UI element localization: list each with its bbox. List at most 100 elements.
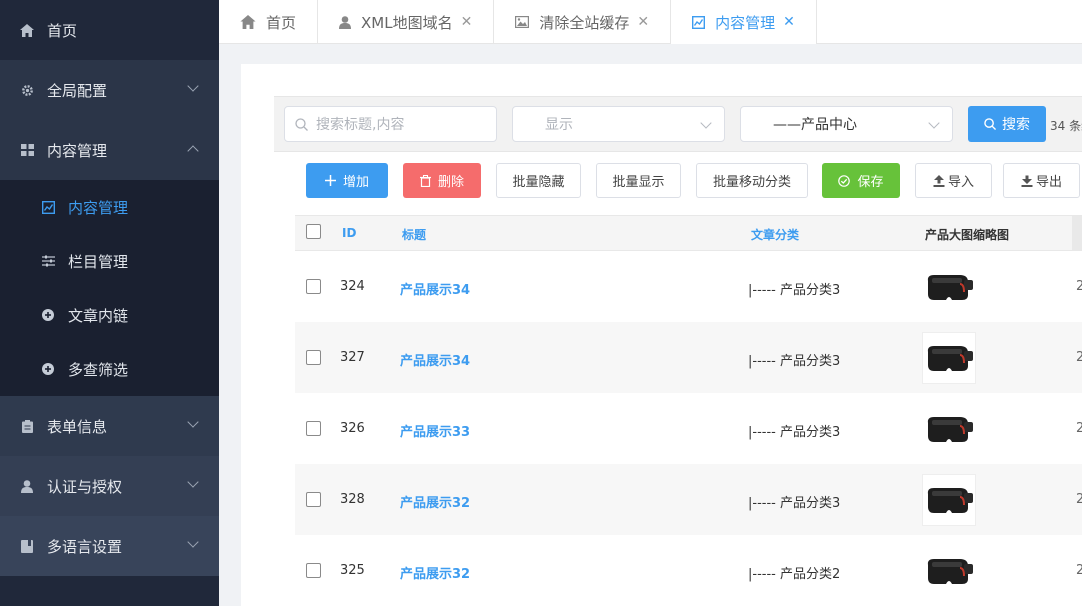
header-thumb: 产品大图缩略图 (925, 228, 1010, 242)
filter-bar: 搜索标题,内容 显示 ——产品中心 搜索 34 条约 (274, 96, 1082, 152)
tab-clear-cache[interactable]: 清除全站缓存 ✕ (494, 0, 672, 44)
plus-circle-icon (41, 362, 55, 376)
chart-icon (692, 15, 706, 29)
close-icon[interactable]: ✕ (783, 14, 795, 30)
sidebar-item-global-config[interactable]: 全局配置 (0, 60, 219, 120)
submenu-item-label: 文章内链 (68, 306, 129, 325)
chart-icon (41, 200, 55, 214)
row-id: 326 (340, 421, 365, 436)
product-thumbnail[interactable] (922, 261, 976, 313)
gear-icon (20, 83, 34, 97)
row-title-link[interactable]: 产品展示32 (400, 563, 470, 582)
submenu-item-label: 栏目管理 (68, 252, 129, 271)
sidebar-item-label: 内容管理 (47, 141, 108, 160)
vr-headset-icon (927, 559, 973, 584)
search-icon (984, 118, 996, 130)
sidebar-item-form-info[interactable]: 表单信息 (0, 396, 219, 456)
sidebar-item-language[interactable]: 多语言设置 (0, 516, 219, 576)
tab-content-manage[interactable]: 内容管理 ✕ (671, 0, 817, 44)
row-title-link[interactable]: 产品展示33 (400, 421, 470, 440)
clipboard-icon (20, 419, 34, 433)
batch-hide-label: 批量隐藏 (512, 175, 565, 190)
batch-show-label: 批量显示 (612, 175, 665, 190)
search-placeholder: 搜索标题,内容 (316, 117, 405, 133)
export-button[interactable]: 导出 (1003, 163, 1080, 198)
delete-button-label: 删除 (437, 175, 464, 190)
display-select[interactable]: 显示 (512, 106, 725, 142)
chevron-down-icon (928, 117, 940, 129)
row-id: 328 (340, 492, 365, 507)
tab-xml-sitemap[interactable]: XML地图域名 ✕ (318, 0, 495, 44)
sidebar-item-auth[interactable]: 认证与授权 (0, 456, 219, 516)
submenu-item-label: 内容管理 (68, 198, 129, 217)
content-table: ID 标题 文章分类 产品大图缩略图 324 产品展示34 |----- 产品分… (295, 215, 1082, 606)
row-category: |----- 产品分类3 (748, 496, 841, 511)
batch-move-button[interactable]: 批量移动分类 (696, 163, 808, 198)
category-select-value: ——产品中心 (773, 117, 857, 133)
import-button[interactable]: 导入 (915, 163, 992, 198)
batch-show-button[interactable]: 批量显示 (596, 163, 681, 198)
chevron-down-icon (187, 536, 199, 548)
product-thumbnail[interactable] (922, 403, 976, 455)
sidebar-item-label: 全局配置 (47, 81, 108, 100)
tab-label: XML地图域名 (361, 13, 453, 32)
product-thumbnail[interactable] (922, 332, 976, 384)
batch-hide-button[interactable]: 批量隐藏 (496, 163, 581, 198)
submenu-item-column-manage[interactable]: 栏目管理 (0, 234, 219, 288)
search-button[interactable]: 搜索 (968, 106, 1046, 142)
search-icon (295, 117, 308, 131)
sidebar-item-home[interactable]: 首页 (0, 0, 219, 60)
sidebar-item-content[interactable]: 内容管理 (0, 120, 219, 180)
row-checkbox[interactable] (306, 279, 321, 294)
image-icon (515, 16, 530, 28)
tab-home[interactable]: 首页 (219, 0, 319, 44)
header-category[interactable]: 文章分类 (751, 226, 799, 243)
submenu-item-content-manage[interactable]: 内容管理 (0, 180, 219, 234)
row-cut-value: 2 (1076, 563, 1082, 578)
table-row: 325 产品展示32 |----- 产品分类2 2 (295, 535, 1082, 606)
row-title-link[interactable]: 产品展示32 (400, 492, 470, 511)
record-count: 34 条约 (1050, 119, 1082, 133)
close-icon[interactable]: ✕ (637, 14, 649, 30)
row-checkbox[interactable] (306, 350, 321, 365)
search-button-label: 搜索 (1002, 117, 1030, 133)
import-button-label: 导入 (947, 175, 974, 190)
tab-bar: 首页 XML地图域名 ✕ 清除全站缓存 ✕ 内容管理 ✕ (219, 0, 1082, 44)
product-thumbnail[interactable] (922, 545, 976, 597)
batch-move-label: 批量移动分类 (712, 175, 791, 190)
check-circle-icon (838, 174, 851, 187)
row-checkbox[interactable] (306, 563, 321, 578)
row-checkbox[interactable] (306, 492, 321, 507)
home-icon (20, 23, 34, 37)
product-thumbnail[interactable] (922, 474, 976, 526)
table-row: 328 产品展示32 |----- 产品分类3 2 (295, 464, 1082, 535)
export-button-label: 导出 (1035, 175, 1062, 190)
delete-button[interactable]: 删除 (403, 163, 481, 198)
header-id[interactable]: ID (342, 226, 356, 240)
tab-label: 内容管理 (715, 13, 776, 32)
category-select[interactable]: ——产品中心 (740, 106, 953, 142)
download-icon (1021, 175, 1033, 187)
submenu-item-article-links[interactable]: 文章内链 (0, 288, 219, 342)
chevron-up-icon (187, 145, 199, 157)
submenu-item-multi-filter[interactable]: 多查筛选 (0, 342, 219, 396)
row-category: |----- 产品分类3 (748, 283, 841, 298)
row-title-link[interactable]: 产品展示34 (400, 279, 470, 298)
vr-headset-icon (927, 488, 973, 513)
select-all-checkbox[interactable] (306, 224, 321, 239)
row-title-link[interactable]: 产品展示34 (400, 350, 470, 369)
close-icon[interactable]: ✕ (461, 14, 473, 30)
header-title[interactable]: 标题 (402, 226, 426, 243)
row-checkbox[interactable] (306, 421, 321, 436)
save-button-label: 保存 (857, 175, 884, 190)
vr-headset-icon (927, 417, 973, 442)
header-edge (1072, 216, 1082, 250)
add-button[interactable]: 增加 (306, 163, 388, 198)
row-cut-value: 2 (1076, 279, 1082, 294)
save-button[interactable]: 保存 (822, 163, 900, 198)
search-input[interactable]: 搜索标题,内容 (284, 106, 497, 142)
user-icon (339, 15, 352, 29)
plus-circle-icon (41, 308, 55, 322)
content-submenu: 内容管理 栏目管理 文章内链 多查筛选 (0, 180, 219, 396)
user-icon (20, 479, 34, 493)
